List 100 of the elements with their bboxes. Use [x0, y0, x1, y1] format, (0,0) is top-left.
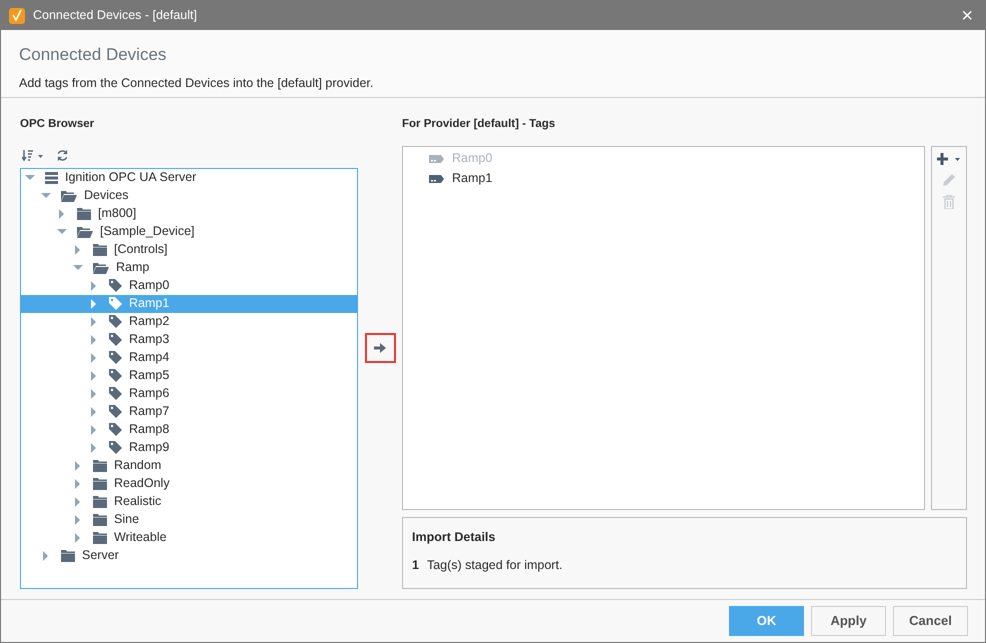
tree-row[interactable]: [Sample_Device]: [21, 222, 357, 241]
dialog-button[interactable]: Cancel: [893, 606, 968, 636]
tree-row[interactable]: Ramp9: [21, 438, 357, 457]
dialog-description: Add tags from the Connected Devices into the [default] provider.: [19, 74, 374, 92]
expand-toggle-icon[interactable]: [57, 208, 67, 219]
server-icon: [45, 172, 58, 184]
collapse-toggle-icon[interactable]: [57, 226, 67, 237]
tree-row[interactable]: Ramp8: [21, 420, 357, 439]
sort-button[interactable]: [20, 148, 46, 164]
tree-item-label: Ramp5: [129, 367, 170, 384]
folder-icon: [93, 460, 107, 472]
tree-item-label: [m800]: [98, 205, 136, 222]
tree-row[interactable]: Writeable: [21, 528, 357, 547]
expand-toggle-icon[interactable]: [89, 370, 99, 381]
folder-icon: [93, 478, 107, 490]
tree-row[interactable]: Random: [21, 456, 357, 475]
tree-row[interactable]: [m800]: [21, 204, 357, 223]
add-arrow-button[interactable]: [364, 332, 396, 363]
folder-icon: [93, 496, 107, 508]
folder-icon: [93, 514, 107, 526]
open-folder-icon: [61, 190, 77, 202]
tree-row[interactable]: Ramp: [21, 258, 357, 277]
tree-item-label: Ignition OPC UA Server: [65, 169, 196, 186]
tree-item-label: Ramp7: [129, 403, 170, 420]
tag-icon: [109, 297, 122, 310]
tree-row[interactable]: Devices: [21, 186, 357, 205]
expand-toggle-icon[interactable]: [89, 406, 99, 417]
import-message: Tag(s) staged for import.: [426, 557, 562, 574]
expand-toggle-icon[interactable]: [41, 550, 51, 561]
expand-toggle-icon[interactable]: [73, 478, 83, 489]
app-logo-icon: [9, 8, 25, 24]
tag-icon: [109, 405, 122, 418]
expand-toggle-icon[interactable]: [73, 532, 83, 543]
tree-item-label: Ramp3: [129, 331, 170, 348]
tree-row[interactable]: Ramp2: [21, 312, 357, 331]
tree-row[interactable]: ReadOnly: [21, 474, 357, 493]
tag-icon: [109, 441, 122, 454]
section-title: OPC Browser: [20, 117, 96, 132]
section-title: For Provider [default] - Tags: [402, 117, 556, 132]
expand-toggle-icon[interactable]: [89, 388, 99, 399]
tree-row[interactable]: Sine: [21, 510, 357, 529]
folder-icon: [93, 244, 107, 256]
arrow-right-icon: [374, 342, 386, 353]
tag-icon: [109, 333, 122, 346]
open-folder-icon: [77, 226, 93, 238]
tree-item-label: Writeable: [114, 529, 167, 546]
expand-toggle-icon[interactable]: [89, 316, 99, 327]
tree-row[interactable]: Ignition OPC UA Server: [21, 168, 357, 187]
tree-item-label: Ramp8: [129, 421, 170, 438]
tree-row[interactable]: Realistic: [21, 492, 357, 511]
expand-toggle-icon[interactable]: [73, 496, 83, 507]
dialog-button[interactable]: Apply: [811, 606, 886, 636]
expand-toggle-icon[interactable]: [89, 298, 99, 309]
folder-icon: [93, 532, 107, 544]
expand-toggle-icon[interactable]: [73, 460, 83, 471]
tree-item-label: Ramp0: [129, 277, 170, 294]
tree-item-label: [Sample_Device]: [100, 223, 194, 240]
tree-item-label: Realistic: [114, 493, 162, 510]
tree-row[interactable]: [Controls]: [21, 240, 357, 259]
folder-icon: [77, 208, 91, 220]
tree-item-label: Ramp1: [129, 295, 170, 312]
tree-row[interactable]: Ramp5: [21, 366, 357, 385]
tag-label[interactable]: Ramp1: [452, 169, 492, 188]
close-button[interactable]: ×: [957, 6, 977, 26]
tag-icon: [109, 315, 122, 328]
expand-toggle-icon[interactable]: [73, 244, 83, 255]
tag-count: 1: [412, 557, 419, 574]
add-button[interactable]: [935, 150, 963, 167]
expand-toggle-icon[interactable]: [89, 280, 99, 291]
collapse-toggle-icon[interactable]: [73, 262, 83, 273]
tag-icon: [109, 423, 122, 436]
tag-icon: [109, 351, 122, 364]
tag-icon: [109, 369, 122, 382]
expand-toggle-icon[interactable]: [89, 424, 99, 435]
tree-item-label: Ramp: [116, 259, 150, 276]
window-title: Connected Devices - [default]: [33, 7, 197, 24]
expand-toggle-icon[interactable]: [89, 352, 99, 363]
tree-item-label: Sine: [114, 511, 140, 528]
tree-row[interactable]: Ramp4: [21, 348, 357, 367]
expand-toggle-icon[interactable]: [73, 514, 83, 525]
tag-icon: [109, 387, 122, 400]
folder-icon: [61, 550, 75, 562]
expand-toggle-icon[interactable]: [89, 334, 99, 345]
dialog-title: Connected Devices: [19, 44, 168, 66]
tree-item-label: [Controls]: [114, 241, 168, 258]
import-details-title: Import Details: [412, 528, 496, 546]
tree-row[interactable]: Server: [21, 546, 357, 565]
tree-row[interactable]: Ramp6: [21, 384, 357, 403]
tree-item-label: Devices: [84, 187, 128, 204]
tree-item-label: Ramp2: [129, 313, 170, 330]
tag-icon: [109, 279, 122, 292]
open-folder-icon: [93, 262, 109, 274]
tree-row[interactable]: Ramp0: [21, 276, 357, 295]
tree-row[interactable]: Ramp3: [21, 330, 357, 349]
collapse-toggle-icon[interactable]: [25, 172, 35, 183]
tree-item-label: Ramp6: [129, 385, 170, 402]
tree-item-label: Ramp9: [129, 439, 170, 456]
expand-toggle-icon[interactable]: [89, 442, 99, 453]
tree-row[interactable]: Ramp7: [21, 402, 357, 421]
collapse-toggle-icon[interactable]: [41, 190, 51, 201]
